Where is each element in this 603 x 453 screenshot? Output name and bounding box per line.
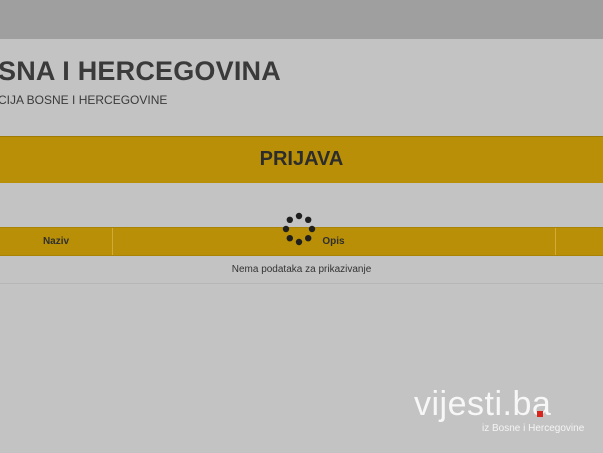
- watermark-text: vijesti.ba: [414, 385, 552, 423]
- watermark-dot-icon: [537, 411, 543, 417]
- login-banner[interactable]: PRIJAVA: [0, 136, 603, 183]
- watermark-subtext: iz Bosne i Hercegovine: [482, 423, 585, 434]
- header: [0, 39, 603, 135]
- top-bar: [0, 0, 603, 39]
- column-header-extra[interactable]: [556, 228, 603, 255]
- column-header-naziv[interactable]: Naziv: [0, 228, 113, 255]
- watermark-logo: vijesti.ba iz Bosne i Hercegovine: [414, 385, 594, 435]
- page-subtitle: CIJA BOSNE I HERCEGOVINE: [0, 93, 168, 107]
- empty-table-message: Nema podataka za prikazivanje: [0, 255, 603, 284]
- column-header-opis[interactable]: Opis: [112, 228, 556, 255]
- login-label: PRIJAVA: [259, 148, 344, 170]
- loading-spinner-icon: [282, 212, 316, 246]
- page-title: SNA I HERCEGOVINA: [0, 56, 281, 86]
